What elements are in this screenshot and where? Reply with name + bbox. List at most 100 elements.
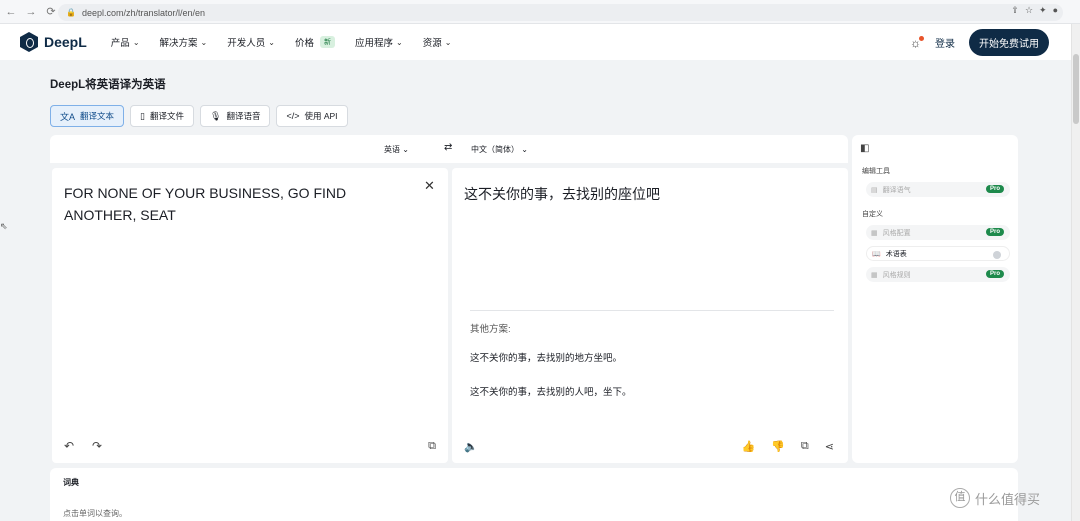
lightbulb-icon[interactable]: ☼ (910, 35, 924, 50)
watermark: 值 什么值得买 (950, 488, 1040, 508)
customize-heading: 自定义 (862, 211, 883, 218)
copy-icon[interactable]: ⧉ (801, 440, 809, 453)
dictionary-panel: 词典 点击单词以查询。 (50, 468, 1018, 521)
translate-icon: 文A (60, 111, 76, 122)
tab-label: 翻译语音 (226, 111, 261, 121)
pro-badge: Pro (985, 270, 1004, 278)
glossary-toggle[interactable] (993, 251, 1001, 259)
chevron-down-icon: ⌄ (395, 37, 403, 47)
source-language-select[interactable]: 英语 ⌄ (384, 144, 409, 155)
menu-label: 解决方案 (159, 38, 198, 49)
side-panel: ◧ 编辑工具 ▤ 翻译语气 Pro 自定义 ▦ 风格配置 Pro 📖 术语表 ▦ 风格规则 P… (852, 135, 1018, 463)
watermark-logo: 值 (950, 488, 970, 508)
address-bar[interactable]: 🔒 deepl.com/zh/translator/l/en/en (58, 4, 1063, 21)
tab-use-api[interactable]: </> 使用 API (276, 105, 348, 127)
swap-languages-icon[interactable]: ⇄ (444, 142, 452, 153)
chevron-down-icon: ⌄ (132, 37, 140, 47)
chevron-down-icon: ⌄ (268, 37, 275, 47)
menu-item-pricing[interactable]: 价格新 (295, 35, 335, 49)
forward-icon[interactable]: → (22, 6, 40, 18)
tone-tool[interactable]: ▤ 翻译语气 Pro (866, 182, 1010, 197)
page-title: DeepL将英语译为英语 (50, 79, 166, 91)
url-text: deepl.com/zh/translator/l/en/en (81, 7, 206, 18)
dictionary-title: 词典 (63, 478, 79, 487)
deepl-logo[interactable]: DeepL (20, 32, 87, 52)
tone-icon: ▤ (871, 186, 878, 194)
alternative-item[interactable]: 这不关你的事，去找别的地方坐吧。 (470, 350, 834, 364)
speaker-icon[interactable]: 🔈 (464, 440, 478, 453)
tab-translate-file[interactable]: ▯ 翻译文件 (130, 105, 194, 127)
tool-label: 风格配置 (882, 229, 911, 237)
logo-text: DeepL (44, 34, 87, 50)
copy-icon[interactable]: ⧉ (428, 440, 436, 453)
menu-label: 资源 (422, 38, 442, 49)
target-actions: 👍 👎 ⧉ ⋖ (742, 440, 834, 453)
undo-icon[interactable]: ↶ (64, 439, 74, 453)
mode-tabs: 文A 翻译文本 ▯ 翻译文件 🎙 翻译语音 </> 使用 API (50, 105, 348, 127)
nav-actions: ☼ 登录 开始免费试用 (910, 29, 1049, 56)
style-rules-tool[interactable]: ▦ 风格规则 Pro (866, 267, 1010, 282)
code-icon: </> (286, 111, 300, 121)
translated-text[interactable]: 这不关你的事，去找别的座位吧 (464, 184, 660, 204)
thumbs-up-icon[interactable]: 👍 (742, 440, 756, 453)
free-trial-button[interactable]: 开始免费试用 (969, 29, 1049, 56)
menu-item-solutions[interactable]: 解决方案 ⌄ (159, 35, 208, 50)
dictionary-hint: 点击单词以查询。 (63, 509, 127, 518)
tab-translate-voice[interactable]: 🎙 翻译语音 (200, 105, 271, 127)
book-icon: 📖 (872, 250, 881, 258)
share-icon[interactable]: ⋖ (825, 440, 834, 453)
chevron-down-icon: ⌄ (521, 145, 528, 154)
style-match-tool[interactable]: ▦ 风格配置 Pro (866, 225, 1010, 240)
tab-label: 翻译文件 (149, 111, 184, 121)
source-text-input[interactable]: FOR NONE OF YOUR BUSINESS, GO FIND ANOTH… (64, 182, 414, 226)
browser-toolbar: ← → ⟳ 🔒 deepl.com/zh/translator/l/en/en … (0, 0, 1080, 24)
alternative-item[interactable]: 这不关你的事，去找别的人吧，坐下。 (470, 384, 834, 398)
login-link[interactable]: 登录 (935, 35, 955, 50)
menu-item-apps[interactable]: 应用程序 ⌄ (354, 35, 403, 50)
file-icon: ▯ (140, 110, 145, 121)
mic-icon: 🎙 (210, 110, 222, 121)
menu-item-products[interactable]: 产品 ⌄ (111, 35, 140, 50)
deepl-page: DeepL 产品 ⌄ 解决方案 ⌄ 开发人员 ⌄ 价格新 应用程序 ⌄ 资源 ⌄ ☼ 登录… (0, 24, 1071, 521)
source-text-pane: FOR NONE OF YOUR BUSINESS, GO FIND ANOTH… (52, 168, 448, 463)
menu-label: 应用程序 (354, 38, 393, 49)
mouse-cursor-icon: ⇖ (0, 221, 8, 231)
tool-label: 翻译语气 (882, 186, 911, 194)
glossary-tool[interactable]: 📖 术语表 (866, 246, 1010, 261)
tool-label: 术语表 (885, 250, 907, 258)
lock-icon: 🔒 (66, 8, 76, 17)
rules-icon: ▦ (871, 271, 878, 279)
menu-item-resources[interactable]: 资源 ⌄ (422, 35, 452, 50)
chevron-down-icon: ⌄ (402, 145, 409, 154)
browser-actions: ⇪ ☆ ✦ ● (1011, 5, 1058, 16)
menu-label: 价格 (294, 38, 314, 49)
watermark-text: 什么值得买 (975, 491, 1041, 507)
scrollbar-thumb[interactable] (1073, 54, 1079, 124)
page-scrollbar[interactable] (1071, 24, 1080, 521)
target-language-label: 中文（简体） (471, 145, 519, 154)
new-badge: 新 (319, 36, 335, 48)
tab-label: 翻译文本 (80, 111, 115, 121)
chevron-down-icon: ⌄ (444, 37, 452, 47)
style-icon: ▦ (871, 229, 878, 237)
menu-item-developers[interactable]: 开发人员 ⌄ (227, 35, 275, 50)
back-icon[interactable]: ← (2, 6, 20, 18)
source-language-label: 英语 (384, 145, 400, 154)
pro-badge: Pro (985, 185, 1004, 193)
alternatives-section: 其他方案: 这不关你的事，去找别的地方坐吧。 这不关你的事，去找别的人吧，坐下。 (470, 310, 834, 418)
redo-icon[interactable]: ↷ (92, 439, 102, 453)
thumbs-down-icon[interactable]: 👎 (771, 440, 785, 453)
share-icon[interactable]: ⇪ (1011, 5, 1019, 16)
clear-text-icon[interactable]: ✕ (424, 178, 435, 194)
main-menu: 产品 ⌄ 解决方案 ⌄ 开发人员 ⌄ 价格新 应用程序 ⌄ 资源 ⌄ (111, 35, 452, 50)
extension-icon[interactable]: ✦ (1039, 5, 1047, 16)
profile-icon[interactable]: ● (1053, 5, 1058, 16)
chevron-down-icon: ⌄ (200, 37, 208, 47)
panel-toggle-icon[interactable]: ◧ (860, 143, 1010, 154)
tab-translate-text[interactable]: 文A 翻译文本 (50, 105, 125, 127)
bookmark-star-icon[interactable]: ☆ (1025, 5, 1033, 16)
deepl-logo-icon (20, 32, 38, 52)
target-language-select[interactable]: 中文（简体） ⌄ (471, 144, 528, 155)
target-text-pane: 这不关你的事，去找别的座位吧 其他方案: 这不关你的事，去找别的地方坐吧。 这不… (452, 168, 848, 463)
editing-tools-heading: 编辑工具 (862, 168, 890, 175)
